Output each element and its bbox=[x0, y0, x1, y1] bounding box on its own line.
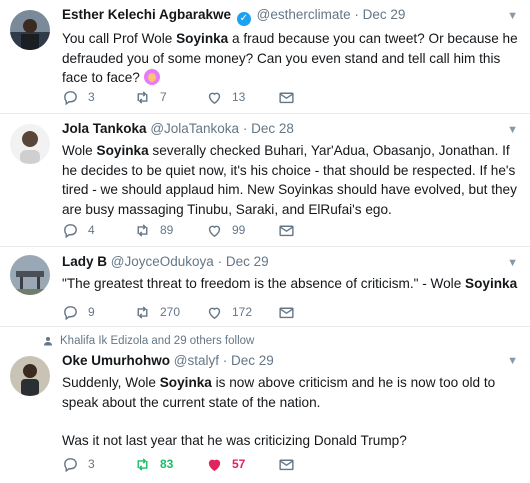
reply-icon bbox=[64, 305, 77, 320]
tweet-3[interactable]: ▼ Lady B @JoyceOdukoya · Dec 29 "The gre… bbox=[0, 247, 530, 327]
reply-button[interactable]: 9 bbox=[62, 302, 134, 322]
tweet-actions: 3 83 57 bbox=[62, 454, 350, 474]
tweet-text-part: You call Prof Wole bbox=[62, 31, 177, 46]
author-handle[interactable]: @stalyf bbox=[174, 353, 219, 368]
separator-dot: · bbox=[217, 254, 223, 269]
author-name[interactable]: Lady B bbox=[62, 254, 107, 269]
tweet-date[interactable]: Dec 29 bbox=[226, 254, 269, 269]
search-highlight: Soyinka bbox=[96, 143, 149, 158]
search-highlight: Soyinka bbox=[465, 276, 518, 291]
author-name[interactable]: Jola Tankoka bbox=[62, 121, 147, 136]
separator-dot: · bbox=[222, 353, 228, 368]
envelope-icon bbox=[279, 92, 294, 103]
tweet-2[interactable]: ▼ Jola Tankoka @JolaTankoka · Dec 28 Wol… bbox=[0, 114, 530, 247]
tweet-date[interactable]: Dec 29 bbox=[363, 7, 406, 22]
like-button[interactable]: 57 bbox=[206, 454, 278, 474]
heart-icon bbox=[208, 307, 221, 319]
tweet-text: "The greatest threat to freedom is the a… bbox=[62, 274, 518, 294]
reply-button[interactable]: 3 bbox=[62, 87, 134, 107]
dm-button[interactable] bbox=[278, 220, 350, 240]
reply-count: 3 bbox=[88, 90, 95, 104]
separator-dot: · bbox=[354, 7, 359, 22]
retweet-icon bbox=[137, 90, 148, 104]
tweet-date[interactable]: Dec 28 bbox=[251, 121, 294, 136]
author-name[interactable]: Esther Kelechi Agbarakwe bbox=[62, 7, 231, 22]
envelope-icon bbox=[279, 225, 294, 236]
retweet-button[interactable]: 270 bbox=[134, 302, 206, 322]
retweet-count: 83 bbox=[160, 457, 174, 471]
reply-icon bbox=[64, 223, 77, 238]
person-icon bbox=[44, 337, 52, 346]
avatar-lady-b[interactable] bbox=[10, 255, 50, 295]
reply-count: 9 bbox=[88, 305, 95, 319]
reply-count: 4 bbox=[88, 223, 95, 237]
avatar-esther[interactable] bbox=[10, 10, 50, 50]
author-handle[interactable]: @estherclimate bbox=[257, 7, 351, 22]
tweet-actions: 3 7 13 bbox=[62, 87, 350, 107]
tweet-4[interactable]: Khalifa Ik Edizola and 29 others follow … bbox=[0, 327, 530, 483]
reply-icon bbox=[64, 457, 77, 472]
like-button[interactable]: 172 bbox=[206, 302, 278, 322]
reply-button[interactable]: 3 bbox=[62, 454, 134, 474]
retweet-button[interactable]: 89 bbox=[134, 220, 206, 240]
envelope-icon bbox=[279, 307, 294, 318]
retweet-button[interactable]: 7 bbox=[134, 87, 206, 107]
heart-icon bbox=[208, 225, 221, 237]
verified-badge-icon: ✓ bbox=[236, 12, 251, 26]
avatar-jola[interactable] bbox=[10, 124, 50, 164]
like-button[interactable]: 99 bbox=[206, 220, 278, 240]
dm-button[interactable] bbox=[278, 87, 350, 107]
tweet-date[interactable]: Dec 29 bbox=[231, 353, 274, 368]
dm-button[interactable] bbox=[278, 454, 350, 474]
retweet-count: 7 bbox=[160, 90, 167, 104]
retweet-icon bbox=[137, 457, 148, 471]
author-handle[interactable]: @JoyceOdukoya bbox=[111, 254, 214, 269]
like-button[interactable]: 13 bbox=[206, 87, 278, 107]
search-highlight: Soyinka bbox=[159, 375, 212, 390]
retweet-button[interactable]: 83 bbox=[134, 454, 206, 474]
heart-icon bbox=[208, 92, 221, 104]
author-handle[interactable]: @JolaTankoka bbox=[150, 121, 239, 136]
separator-dot: · bbox=[242, 121, 248, 136]
tweet-actions: 9 270 172 bbox=[62, 302, 350, 322]
retweet-icon bbox=[137, 223, 148, 237]
like-count: 172 bbox=[232, 305, 253, 319]
tweet-text: Suddenly, Wole Soyinka is now above crit… bbox=[62, 373, 518, 451]
author-name[interactable]: Oke Umurhohwo bbox=[62, 353, 170, 368]
search-highlight: Soyinka bbox=[176, 31, 229, 46]
tweet-text: Wole Soyinka severally checked Buhari, Y… bbox=[62, 141, 518, 219]
retweet-count: 89 bbox=[160, 223, 174, 237]
tweet-text-part: Suddenly, Wole bbox=[62, 375, 160, 390]
tweet-actions: 4 89 99 bbox=[62, 220, 350, 240]
heart-icon bbox=[208, 459, 221, 471]
tweet-text-part: "The greatest threat to freedom is the a… bbox=[62, 276, 466, 291]
person-gesturing-face-emoji bbox=[143, 69, 160, 85]
envelope-icon bbox=[279, 459, 294, 470]
social-context[interactable]: Khalifa Ik Edizola and 29 others follow bbox=[42, 335, 254, 347]
tweet-1[interactable]: ▼ Esther Kelechi Agbarakwe ✓ @estherclim… bbox=[0, 0, 530, 114]
reply-icon bbox=[64, 90, 77, 105]
like-count: 57 bbox=[232, 457, 246, 471]
like-count: 13 bbox=[232, 90, 246, 104]
like-count: 99 bbox=[232, 223, 246, 237]
tweet-text-part: Was it not last year that he was critici… bbox=[62, 433, 407, 448]
social-context-text: Khalifa Ik Edizola and 29 others follow bbox=[60, 335, 255, 347]
avatar-oke[interactable] bbox=[10, 356, 50, 396]
dm-button[interactable] bbox=[278, 302, 350, 322]
retweet-count: 270 bbox=[160, 305, 181, 319]
tweet-text: You call Prof Wole Soyinka a fraud becau… bbox=[62, 29, 518, 88]
reply-button[interactable]: 4 bbox=[62, 220, 134, 240]
retweet-icon bbox=[137, 305, 148, 319]
reply-count: 3 bbox=[88, 457, 95, 471]
tweet-text-part: Wole bbox=[62, 143, 97, 158]
tweet-feed: ▼ Esther Kelechi Agbarakwe ✓ @estherclim… bbox=[0, 0, 530, 483]
